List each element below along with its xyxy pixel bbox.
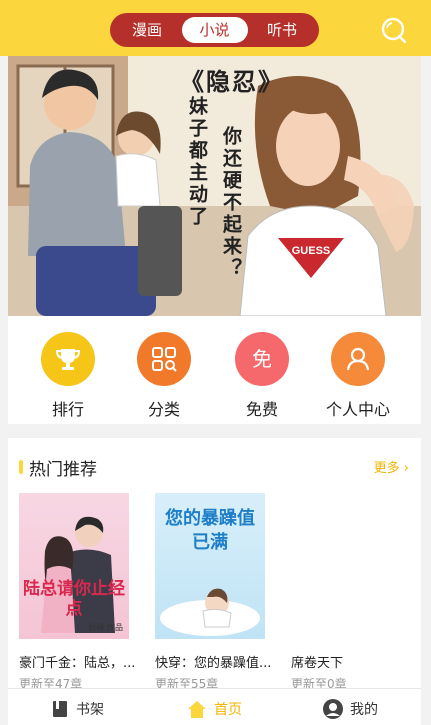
shirt-logo: GUESS: [292, 245, 331, 257]
book-card[interactable]: 您的暴躁值已满 快穿：您的暴躁值... 更新至55章: [155, 493, 277, 692]
svg-text:免: 免: [252, 347, 272, 371]
banner-caption-1: 妹子都主动了: [186, 96, 208, 228]
tab-mine[interactable]: 我的: [322, 695, 378, 723]
grid-icon: [137, 332, 191, 386]
tab-home[interactable]: 首页: [186, 695, 242, 723]
category-switch: 漫画 小说 听书: [110, 13, 319, 47]
menu-category[interactable]: 分类: [114, 332, 214, 420]
user-icon: [331, 332, 385, 386]
quick-menu: 排行 分类 免 免费 个人中心: [8, 316, 421, 424]
tab-home-label: 首页: [214, 702, 242, 718]
book-card[interactable]: 陆总请你止经点 秋缘·作品 豪门千金：陆总，... 更新至47章: [19, 493, 141, 692]
menu-ranking[interactable]: 排行: [18, 332, 118, 420]
book-title: 席卷天下: [291, 656, 344, 671]
banner-caption-2: 你还硬不起来？: [220, 126, 242, 280]
book-cover: [291, 493, 401, 639]
banner-title: 《隐忍》: [180, 67, 284, 96]
menu-ranking-label: 排行: [51, 400, 84, 419]
menu-free[interactable]: 免 免费: [212, 332, 312, 420]
cover-title: 陆总请你止经点: [23, 579, 125, 619]
promo-banner[interactable]: GUESS 《隐忍》 妹子都主动了 你还硬不起来？: [8, 56, 421, 316]
search-icon: [381, 17, 407, 44]
menu-profile-label: 个人中心: [325, 400, 390, 419]
cover-title: 您的暴躁值已满: [165, 508, 255, 553]
tab-audiobooks[interactable]: 听书: [249, 17, 315, 43]
cover-author: 秋缘·作品: [88, 623, 123, 632]
tab-mine-label: 我的: [350, 702, 378, 718]
book-cover: 您的暴躁值已满: [155, 493, 265, 639]
more-label: 更多: [373, 461, 400, 476]
bookshelf-icon: [53, 701, 67, 717]
section-title: 热门推荐: [29, 460, 97, 480]
menu-free-label: 免费: [245, 400, 278, 419]
tab-novels[interactable]: 小说: [181, 17, 248, 43]
tab-bookshelf[interactable]: 书架: [50, 695, 104, 723]
book-cover: 陆总请你止经点 秋缘·作品: [19, 493, 129, 639]
more-link[interactable]: 更多 ›: [374, 457, 409, 476]
search-button[interactable]: [378, 15, 410, 45]
top-header: 漫画 小说 听书: [0, 0, 431, 56]
home-icon: [188, 701, 206, 718]
bottom-tabbar: 书架 首页 我的: [8, 688, 421, 725]
tab-comics[interactable]: 漫画: [114, 17, 180, 43]
book-card[interactable]: 席卷天下 更新至0章: [291, 493, 413, 692]
trophy-icon: [41, 332, 95, 386]
chevron-right-icon: ›: [403, 461, 409, 476]
tab-bookshelf-label: 书架: [76, 702, 104, 718]
hot-recommendations: 热门推荐 更多 › 陆总请你止经点 秋缘·作品 豪门千金：陆总，... 更新至4…: [8, 438, 421, 691]
free-badge-icon: 免: [235, 332, 289, 386]
profile-icon: [323, 699, 343, 719]
book-title: 豪门千金：陆总，...: [19, 656, 136, 671]
section-marker: [19, 460, 23, 474]
menu-category-label: 分类: [147, 400, 180, 419]
menu-profile[interactable]: 个人中心: [308, 332, 408, 420]
book-title: 快穿：您的暴躁值...: [155, 656, 272, 671]
